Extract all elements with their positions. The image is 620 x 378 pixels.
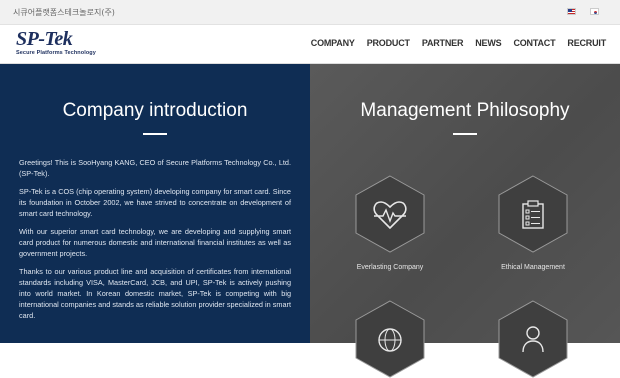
company-name-korean: 시큐어플랫폼스테크놀로지(주) (13, 8, 115, 17)
ethical-management-hexagon[interactable] (498, 175, 568, 253)
nav-contact[interactable]: CONTACT (513, 38, 555, 48)
us-flag-icon[interactable] (567, 8, 576, 15)
nav-recruit[interactable]: RECRUIT (567, 38, 606, 48)
intro-paragraph: Greetings! This is SooHyang KANG, CEO of… (19, 158, 291, 178)
korea-flag-icon[interactable] (590, 8, 599, 15)
everlasting-company-hexagon[interactable] (355, 175, 425, 253)
intro-paragraph: Thanks to our various product line and a… (19, 267, 291, 320)
logo[interactable]: SP-Tek Secure Platforms Technology (16, 29, 96, 56)
title-divider (143, 133, 167, 135)
main-nav: COMPANY PRODUCT PARTNER NEWS CONTACT REC… (311, 38, 606, 48)
company-intro-text: Greetings! This is SooHyang KANG, CEO of… (19, 157, 291, 328)
header: SP-Tek Secure Platforms Technology COMPA… (0, 25, 620, 64)
company-intro-title: Company introduction (62, 100, 248, 121)
logo-wordmark: SP-Tek (16, 28, 73, 50)
nav-company[interactable]: COMPANY (311, 38, 355, 48)
globe-icon (378, 328, 402, 352)
people-hexagon[interactable] (498, 300, 568, 378)
ethical-management-label: Ethical Management (501, 264, 565, 271)
intro-paragraph: SP-Tek is a COS (chip operating system) … (19, 187, 291, 218)
heart-monitor-icon (373, 201, 407, 230)
nav-news[interactable]: NEWS (475, 38, 501, 48)
everlasting-company-label: Everlasting Company (356, 264, 424, 271)
intro-paragraph: With our superior smart card technology,… (19, 227, 291, 258)
person-icon (522, 326, 544, 353)
nav-partner[interactable]: PARTNER (422, 38, 464, 48)
top-bar: 시큐어플랫폼스테크놀로지(주) (0, 0, 620, 25)
logo-tagline: Secure Platforms Technology (16, 50, 96, 56)
global-hexagon[interactable] (355, 300, 425, 378)
nav-product[interactable]: PRODUCT (367, 38, 410, 48)
clipboard-checklist-icon (522, 200, 544, 229)
title-divider (453, 133, 477, 135)
management-philosophy-title: Management Philosophy (360, 100, 570, 121)
